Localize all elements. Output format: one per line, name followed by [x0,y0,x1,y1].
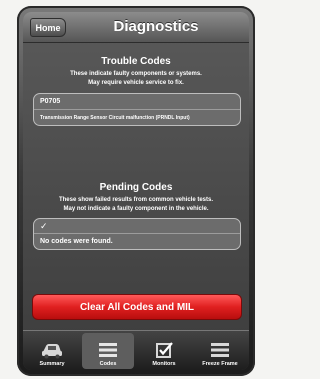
pending-codes-subtitle-1: These show failed results from common ve… [58,197,214,203]
list-icon [211,343,229,357]
tab-monitors[interactable]: Monitors [138,333,190,369]
check-mark-icon: ✓ [40,220,48,231]
list-icon [99,343,117,357]
trouble-code-value: P0705 [40,98,61,105]
device-frame: Home Diagnostics Trouble Codes These ind… [17,6,255,376]
pending-code-list: ✓ No codes were found. [33,218,241,250]
no-codes-row: No codes were found. [34,234,240,249]
home-button[interactable]: Home [30,18,66,37]
tab-freeze-frame[interactable]: Freeze Frame [194,333,246,369]
trouble-code-row[interactable]: P0705 [34,94,240,110]
tab-summary-label: Summary [39,361,65,367]
trouble-codes-subtitle-1: These indicate faulty components or syst… [70,71,202,77]
car-icon [42,344,62,359]
trouble-code-description-row[interactable]: Transmission Range Sensor Circuit malfun… [34,110,240,125]
checkbox-icon [156,342,173,358]
clear-codes-button[interactable]: Clear All Codes and MIL [32,294,242,320]
trouble-code-list: P0705 Transmission Range Sensor Circuit … [33,93,241,126]
trouble-codes-subtitle-2: May require vehicle service to fix. [88,80,184,86]
pending-codes-subtitle-2: May not indicate a faulty component in t… [63,206,209,212]
app-screen: Home Diagnostics Trouble Codes These ind… [23,12,249,370]
no-codes-message: No codes were found. [40,238,113,245]
navigation-bar: Home Diagnostics [23,12,249,43]
pending-status-row: ✓ [34,219,240,234]
trouble-code-description: Transmission Range Sensor Circuit malfun… [40,114,190,121]
page-title: Diagnostics [113,18,199,35]
pending-codes-heading: Pending Codes [99,182,173,193]
tab-monitors-label: Monitors [152,361,176,367]
tab-codes-label: Codes [99,361,117,367]
tab-summary[interactable]: Summary [26,333,78,369]
tab-bar: Summary Codes Monitors Freeze Frame [23,330,249,370]
tab-freeze-frame-label: Freeze Frame [202,361,238,367]
tab-codes[interactable]: Codes [82,333,134,369]
trouble-codes-heading: Trouble Codes [101,56,171,67]
